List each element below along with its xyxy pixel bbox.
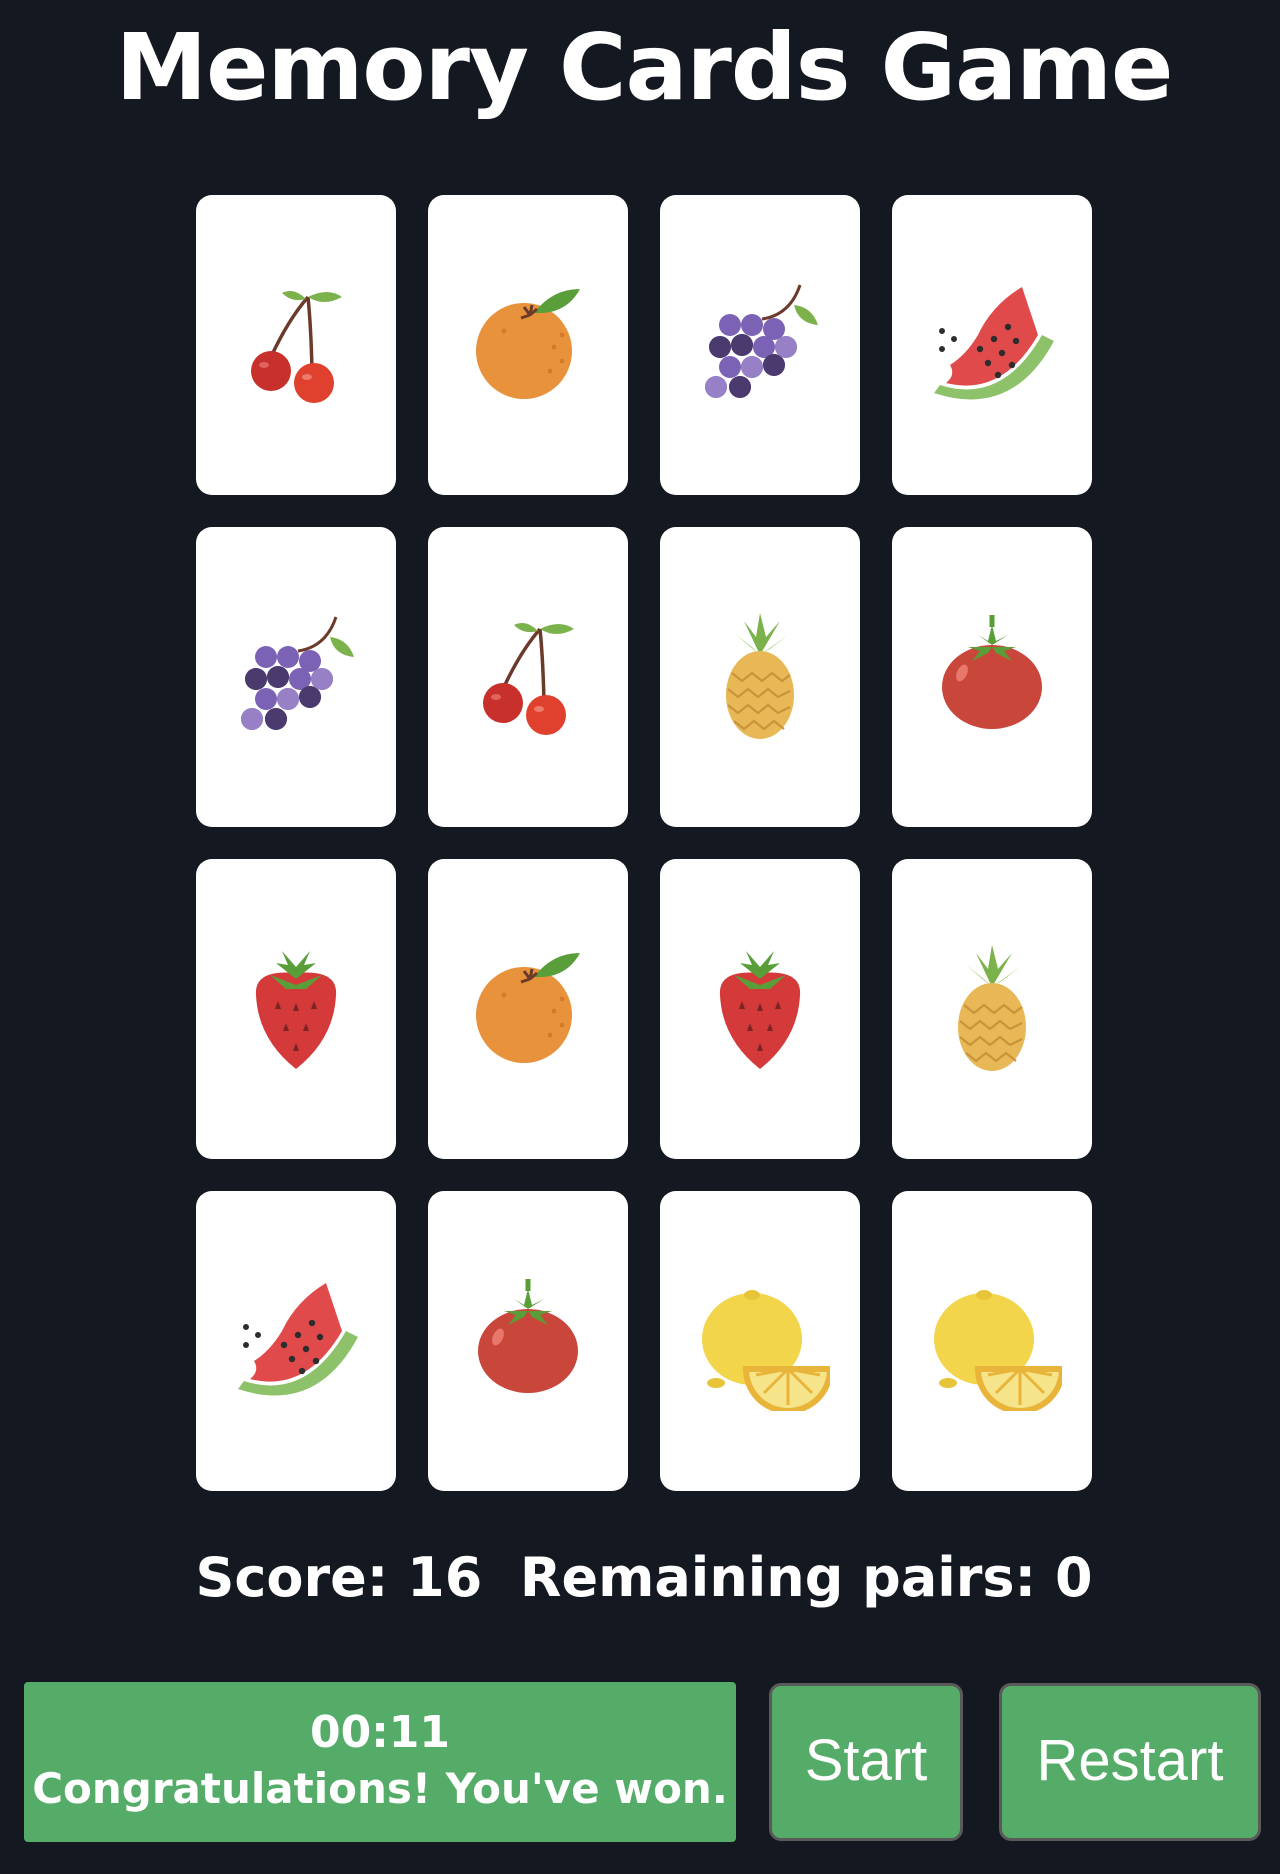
lemon-icon (702, 1290, 830, 1411)
cherries-icon (483, 623, 574, 735)
memory-card[interactable] (428, 195, 628, 495)
memory-card[interactable] (196, 859, 396, 1159)
restart-button[interactable]: Restart (999, 1683, 1261, 1841)
score-panel: Score: 16 Remaining pairs: 0 (0, 1546, 1280, 1609)
tomato-icon (942, 615, 1042, 729)
status-panel: 00:11 Congratulations! You've won. (24, 1682, 736, 1842)
cherries-icon (251, 291, 342, 403)
memory-card[interactable] (196, 195, 396, 495)
memory-card[interactable] (892, 859, 1092, 1159)
tomato-icon (478, 1279, 578, 1393)
score-label: Score: (195, 1546, 389, 1609)
memory-card[interactable] (892, 1191, 1092, 1491)
memory-card[interactable] (892, 195, 1092, 495)
memory-card[interactable] (660, 195, 860, 495)
memory-card[interactable] (428, 1191, 628, 1491)
timer: 00:11 (309, 1707, 451, 1758)
pineapple-icon (726, 613, 794, 739)
remaining-pairs-label: Remaining pairs: (519, 1546, 1037, 1609)
watermelon-icon (934, 287, 1054, 400)
strawberry-icon (719, 951, 801, 1069)
pineapple-icon (958, 945, 1026, 1071)
strawberry-icon (255, 951, 337, 1069)
start-button[interactable]: Start (769, 1683, 963, 1841)
score-value: 16 (407, 1546, 483, 1609)
win-message: Congratulations! You've won. (32, 1764, 728, 1813)
card-grid (0, 0, 1280, 1560)
memory-card[interactable] (428, 859, 628, 1159)
memory-card[interactable] (660, 859, 860, 1159)
memory-card[interactable] (196, 1191, 396, 1491)
grapes-icon (241, 616, 354, 730)
remaining-pairs-value: 0 (1054, 1546, 1093, 1609)
memory-card[interactable] (428, 527, 628, 827)
watermelon-icon (238, 1283, 358, 1396)
memory-card[interactable] (660, 527, 860, 827)
orange-icon (476, 953, 580, 1063)
memory-card[interactable] (660, 1191, 860, 1491)
lemon-icon (934, 1290, 1062, 1411)
memory-card[interactable] (892, 527, 1092, 827)
orange-icon (476, 289, 580, 399)
grapes-icon (705, 284, 818, 398)
memory-card[interactable] (196, 527, 396, 827)
